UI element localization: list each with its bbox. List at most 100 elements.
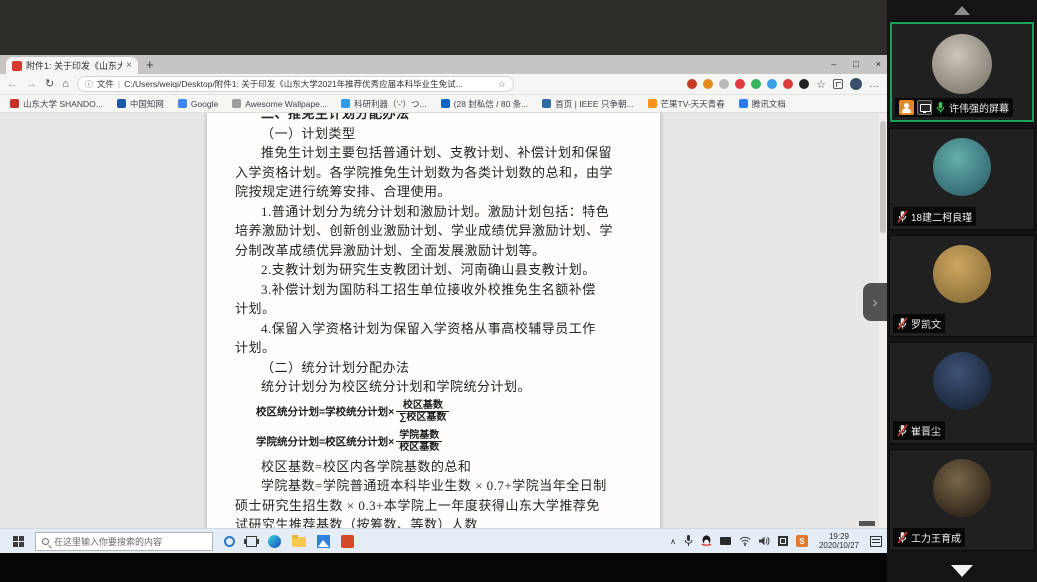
address-bar[interactable]: ⓘ 文件 | C:/Users/weiqi/Desktop/附件1: 关于印发《…: [77, 76, 514, 92]
bookmark-item[interactable]: 首页 | IEEE 只争朝...: [542, 98, 633, 110]
document-text-line: 4.保留入学资格计划为保留入学资格从事高校辅导员工作: [235, 319, 632, 339]
bookmark-item[interactable]: 科研利器（'-'）つ...: [341, 98, 427, 110]
bookmark-label: Awesome Wallpape...: [245, 99, 327, 109]
profile-avatar[interactable]: [850, 78, 862, 90]
muted-mic-icon: [897, 210, 908, 223]
address-url: C:/Users/weiqi/Desktop/附件1: 关于印发《山东大学202…: [124, 78, 494, 90]
participant-tiles: 许伟强的屏幕18建二柯良瑾罗凯文崔晋尘工力王育成: [887, 22, 1037, 550]
muted-mic-icon: [897, 317, 908, 330]
scrollbar-thumb[interactable]: [880, 121, 886, 233]
bookmark-item[interactable]: 腾讯文档: [739, 98, 786, 110]
wifi-icon[interactable]: [739, 536, 751, 546]
bookmark-label: 腾讯文档: [752, 98, 786, 110]
formula-fraction: 校区基数∑校区基数: [396, 400, 449, 423]
start-button[interactable]: [13, 536, 24, 547]
search-placeholder: 在这里输入你要搜索的内容: [54, 535, 162, 548]
file-explorer-icon[interactable]: [292, 537, 306, 547]
participants-panel: 许伟强的屏幕18建二柯良瑾罗凯文崔晋尘工力王育成: [887, 0, 1037, 582]
participant-name: 罗凯文: [911, 316, 941, 331]
participant-tile[interactable]: 18建二柯良瑾: [890, 129, 1034, 229]
clock-date: 2020/10/27: [819, 541, 859, 551]
participant-name-bar: 崔晋尘: [893, 421, 945, 440]
participant-name: 崔晋尘: [911, 423, 941, 438]
pdf-favicon-icon: [12, 61, 22, 71]
bookmark-item[interactable]: Google: [178, 99, 218, 109]
participant-tile[interactable]: 许伟强的屏幕: [890, 22, 1034, 122]
address-divider: |: [118, 79, 120, 89]
ime-icon[interactable]: [778, 536, 788, 546]
edge-taskbar-icon[interactable]: [268, 535, 281, 548]
collections-icon[interactable]: [833, 79, 843, 89]
tray-mic-icon[interactable]: [684, 535, 693, 547]
document-text-line: 1.普通计划分为统分计划和激励计划。激励计划包括：特色: [235, 202, 632, 222]
pdf-page: 二、推免生计划分配办法（一）计划类型推免生计划主要包括普通计划、支教计划、补偿计…: [207, 113, 660, 528]
extension-icon[interactable]: [767, 79, 777, 89]
taskbar-search-input[interactable]: 在这里输入你要搜索的内容: [35, 532, 213, 551]
document-text-line: 二、推免生计划分配办法: [235, 113, 632, 124]
extension-icon[interactable]: [719, 79, 729, 89]
more-menu-icon[interactable]: …: [869, 79, 880, 90]
action-center-icon[interactable]: [870, 536, 882, 547]
task-view-icon[interactable]: [246, 536, 257, 547]
system-tray: ∧ S 19:29 2020/10/27: [670, 532, 887, 551]
minimize-button[interactable]: –: [831, 59, 836, 69]
volume-icon[interactable]: [759, 536, 770, 546]
bookmark-item[interactable]: Awesome Wallpape...: [232, 99, 327, 109]
tab-title: 附件1: 关于印发《山东大学202: [26, 59, 122, 72]
bookmark-item[interactable]: 芒果TV-天天青春: [648, 98, 725, 110]
address-scheme-label: 文件: [97, 78, 114, 90]
bookmark-favicon-icon: [441, 99, 450, 108]
horizontal-scrollbar-thumb[interactable]: [859, 521, 875, 526]
refresh-icon[interactable]: ↻: [45, 79, 54, 90]
home-icon[interactable]: ⌂: [62, 79, 69, 90]
participant-name: 工力王育成: [911, 530, 961, 545]
clock-time: 19:29: [829, 532, 849, 542]
participant-tile[interactable]: 罗凯文: [890, 236, 1034, 336]
browser-tab[interactable]: 附件1: 关于印发《山东大学202 ×: [6, 57, 138, 74]
forward-icon[interactable]: →: [26, 79, 37, 90]
maximize-button[interactable]: □: [853, 59, 858, 69]
extension-icon[interactable]: [735, 79, 745, 89]
close-button[interactable]: ×: [876, 59, 881, 69]
browser-toolbar: ← → ↻ ⌂ ⓘ 文件 | C:/Users/weiqi/Desktop/附件…: [0, 74, 887, 95]
toolbar-right-icons: ☆ …: [687, 78, 880, 91]
extension-icon[interactable]: [687, 79, 697, 89]
formula-numerator: 校区基数: [396, 400, 449, 412]
back-icon[interactable]: ←: [7, 79, 18, 90]
bookmarks-bar: 山东大学 SHANDO... 中国知网 Google Awesome Wallpape…: [0, 95, 887, 113]
page-info-icon[interactable]: ⓘ: [85, 79, 93, 90]
bookmark-star-icon[interactable]: ☆: [498, 79, 506, 90]
favorites-icon[interactable]: ☆: [816, 78, 826, 91]
sidebar-collapse-button[interactable]: ›: [863, 283, 887, 321]
browser-tab-strip: 附件1: 关于印发《山东大学202 × + – □ ×: [0, 55, 887, 74]
cortana-icon[interactable]: [224, 536, 235, 547]
document-text-line: 入学资格计划。各学院推免生计划数为各类计划数的总和，由学: [235, 163, 632, 183]
tab-close-icon[interactable]: ×: [126, 60, 132, 71]
orange-app-icon[interactable]: S: [796, 535, 808, 547]
document-text-line: 2.支教计划为研究生支教团计划、河南确山县支教计划。: [235, 260, 632, 280]
search-icon: [42, 538, 49, 545]
qq-icon[interactable]: [701, 535, 712, 547]
bookmark-item[interactable]: 中国知网: [117, 98, 164, 110]
document-text-line: 硕士研究生招生数 × 0.3+本学院上一年度获得山东大学推荐免: [235, 496, 632, 516]
extension-icon[interactable]: [783, 79, 793, 89]
scroll-up-arrow-icon[interactable]: [954, 6, 970, 15]
photos-app-icon[interactable]: [317, 535, 330, 548]
tray-display-icon[interactable]: [720, 537, 731, 545]
participant-tile[interactable]: 工力王育成: [890, 450, 1034, 550]
participant-tile[interactable]: 崔晋尘: [890, 343, 1034, 443]
bookmark-item[interactable]: 山东大学 SHANDO...: [10, 98, 103, 110]
bookmark-item[interactable]: (28 封私信 / 80 条...: [441, 98, 529, 110]
extension-icon[interactable]: [751, 79, 761, 89]
tray-chevron-icon[interactable]: ∧: [670, 537, 676, 546]
powerpoint-icon[interactable]: [341, 535, 354, 548]
scroll-down-arrow-icon[interactable]: [951, 565, 973, 577]
document-text-line: 分制改革成绩优异激励计划、全面发展激励计划等。: [235, 241, 632, 261]
pdf-viewer[interactable]: 二、推免生计划分配办法（一）计划类型推免生计划主要包括普通计划、支教计划、补偿计…: [0, 113, 887, 528]
extension-icon[interactable]: [799, 79, 809, 89]
new-tab-button[interactable]: +: [146, 57, 154, 73]
extension-icon[interactable]: [703, 79, 713, 89]
taskbar-clock[interactable]: 19:29 2020/10/27: [816, 532, 862, 551]
bookmark-favicon-icon: [739, 99, 748, 108]
bookmark-label: 中国知网: [130, 98, 164, 110]
